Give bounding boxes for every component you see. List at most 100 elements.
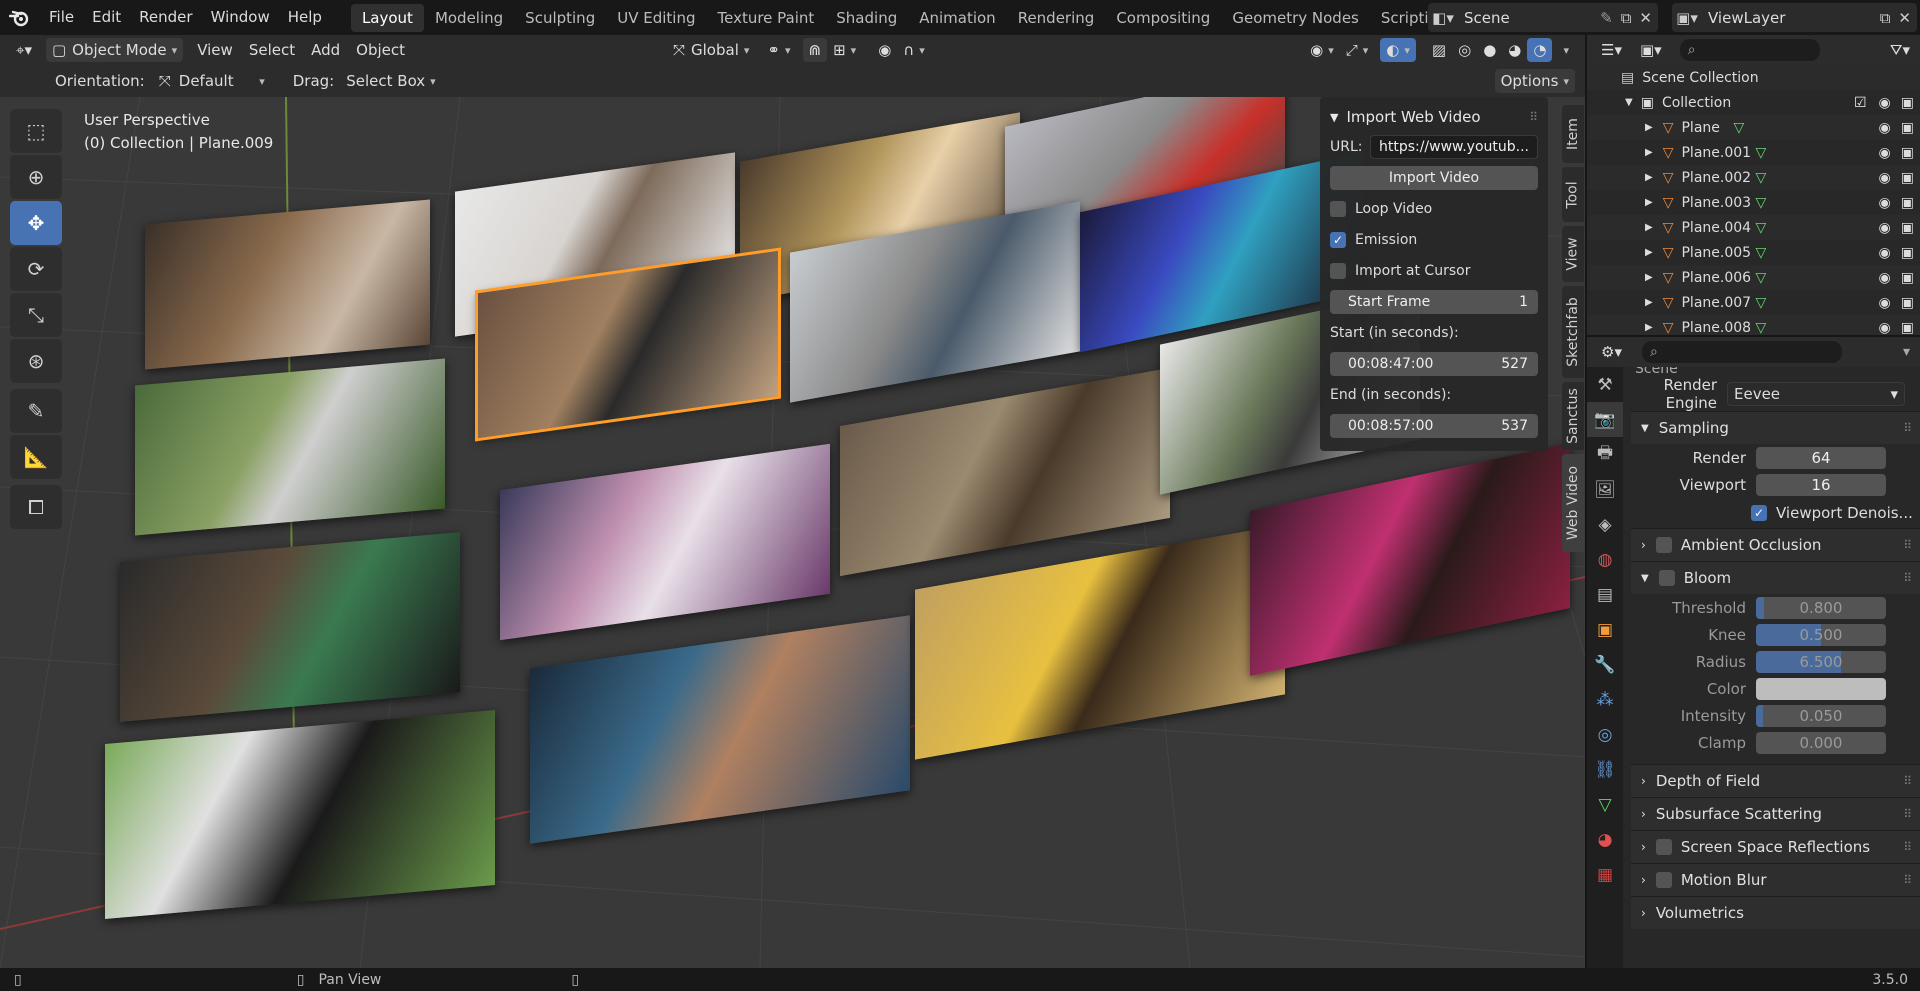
- rotate-tool[interactable]: ⟳: [10, 247, 62, 291]
- menu-file[interactable]: File: [40, 0, 83, 35]
- menu-view[interactable]: View: [191, 38, 239, 62]
- bloom-checkbox[interactable]: [1658, 570, 1675, 586]
- dof-panel[interactable]: › Depth of Field ⠿: [1631, 764, 1920, 797]
- visibility-eye-icon[interactable]: ◉: [1879, 295, 1891, 311]
- volumetrics-panel[interactable]: › Volumetrics: [1631, 896, 1920, 929]
- panel-header[interactable]: ▼ Import Web Video ⠿: [1330, 103, 1538, 131]
- visibility-dropdown[interactable]: ◉: [1304, 38, 1340, 62]
- collection-tab-icon[interactable]: ▤: [1587, 577, 1623, 612]
- new-scene-icon[interactable]: ⧉: [1621, 9, 1632, 27]
- object-tab-icon[interactable]: ▣: [1587, 612, 1623, 647]
- drag-handle-icon[interactable]: ⠿: [1903, 571, 1912, 585]
- ao-checkbox[interactable]: [1655, 537, 1672, 553]
- expand-icon[interactable]: ▼: [1625, 97, 1633, 108]
- intensity-slider[interactable]: 0.050: [1756, 704, 1886, 727]
- transform-orientation-dropdown[interactable]: ⤧ Global: [667, 38, 755, 62]
- emission-checkbox-box[interactable]: ✓: [1330, 231, 1346, 248]
- cursor-tool[interactable]: ⊕: [10, 155, 62, 199]
- scene-tab-icon[interactable]: ◈: [1587, 507, 1623, 542]
- remove-scene-icon[interactable]: ✕: [1639, 9, 1652, 27]
- visibility-eye-icon[interactable]: ◉: [1879, 120, 1891, 136]
- outliner-object-row[interactable]: ▶ ▽ Plane.002 ▽ ◉ ▣: [1587, 165, 1920, 190]
- ssr-checkbox[interactable]: [1655, 839, 1672, 855]
- measure-tool[interactable]: 📐: [10, 435, 62, 479]
- texture-tab-icon[interactable]: ▦: [1587, 857, 1623, 892]
- material-tab-icon[interactable]: ◕: [1587, 822, 1623, 857]
- collection-row[interactable]: ▼ ▣ Collection ☑ ◉ ▣: [1587, 90, 1920, 115]
- end-time-field[interactable]: 00:08:57:00 537: [1330, 413, 1538, 438]
- menu-object[interactable]: Object: [350, 38, 411, 62]
- render-camera-icon[interactable]: ▣: [1901, 220, 1914, 236]
- drag-handle-icon[interactable]: ⠿: [1903, 538, 1912, 552]
- knee-slider[interactable]: 0.500: [1756, 623, 1886, 646]
- video-plane[interactable]: [145, 199, 430, 370]
- render-samples-field[interactable]: 64: [1756, 446, 1886, 469]
- outliner-object-row[interactable]: ▶ ▽ Plane.003 ▽ ◉ ▣: [1587, 190, 1920, 215]
- outliner-object-row[interactable]: ▶ ▽ Plane.001 ▽ ◉ ▣: [1587, 140, 1920, 165]
- viewlayer-selector[interactable]: ▣▾ ViewLayer ⧉ ✕: [1672, 3, 1917, 32]
- render-tab-icon[interactable]: 📷: [1587, 402, 1623, 437]
- menu-add[interactable]: Add: [305, 38, 346, 62]
- transform-tool[interactable]: ⊛: [10, 339, 62, 383]
- pivot-dropdown[interactable]: ⚭: [761, 38, 796, 62]
- viewport-denoise-checkbox[interactable]: ✓ Viewport Denois...: [1631, 498, 1920, 528]
- filter-dropdown[interactable]: ⛛▾: [1884, 38, 1916, 62]
- outliner-object-row[interactable]: ▶ ▽ Plane.006 ▽ ◉ ▣: [1587, 265, 1920, 290]
- sampling-panel[interactable]: ▼ Sampling ⠿: [1631, 411, 1920, 444]
- drag-handle-icon[interactable]: ⠿: [1903, 774, 1912, 788]
- import-video-button[interactable]: Import Video: [1330, 165, 1538, 190]
- tab-animation[interactable]: Animation: [908, 4, 1006, 32]
- outliner-object-row[interactable]: ▶ ▽ Plane.004 ▽ ◉ ▣: [1587, 215, 1920, 240]
- proportional-toggle[interactable]: ◉: [872, 38, 897, 62]
- video-plane[interactable]: [135, 358, 445, 536]
- overlay-dropdown[interactable]: ◐: [1380, 38, 1416, 62]
- tab-rendering[interactable]: Rendering: [1007, 4, 1106, 32]
- tab-compositing[interactable]: Compositing: [1105, 4, 1221, 32]
- snap-toggle[interactable]: ⋒: [802, 38, 828, 62]
- outliner-object-row[interactable]: ▶ ▽ Plane.007 ▽ ◉ ▣: [1587, 290, 1920, 315]
- tab-item[interactable]: Item: [1562, 105, 1584, 163]
- tab-shading[interactable]: Shading: [825, 4, 908, 32]
- pin-icon[interactable]: ✎: [1600, 9, 1613, 27]
- move-tool[interactable]: ✥: [10, 201, 62, 245]
- xray-toggle[interactable]: ▨: [1426, 38, 1452, 62]
- render-engine-dropdown[interactable]: Eevee ▾: [1727, 382, 1905, 406]
- expand-icon[interactable]: ▶: [1645, 297, 1653, 308]
- cursor-checkbox-box[interactable]: [1330, 262, 1346, 279]
- visibility-eye-icon[interactable]: ◉: [1879, 245, 1891, 261]
- tab-uv-editing[interactable]: UV Editing: [606, 4, 706, 32]
- visibility-eye-icon[interactable]: ◉: [1879, 320, 1891, 336]
- start-frame-field[interactable]: Start Frame 1: [1330, 289, 1538, 314]
- visibility-eye-icon[interactable]: ◉: [1879, 270, 1891, 286]
- drag-handle-icon[interactable]: ⠿: [1903, 840, 1912, 854]
- expand-icon[interactable]: ▶: [1645, 272, 1653, 283]
- shading-options-dropdown[interactable]: [1552, 38, 1575, 62]
- menu-select[interactable]: Select: [243, 38, 301, 62]
- select-box-tool[interactable]: ⬚: [10, 109, 62, 153]
- video-plane[interactable]: [120, 532, 460, 722]
- outliner-search[interactable]: ⌕: [1679, 39, 1820, 61]
- denoise-checkbox-box[interactable]: ✓: [1751, 505, 1767, 521]
- tab-sculpting[interactable]: Sculpting: [514, 4, 606, 32]
- tab-sketchfab[interactable]: Sketchfab: [1562, 286, 1584, 378]
- 3d-viewport[interactable]: ⬚ ⊕ ✥ ⟳ ⤡ ⊛ ✎ 📐 ⧠ User Perspective (0) C…: [0, 97, 1585, 968]
- import-at-cursor-checkbox[interactable]: Import at Cursor: [1330, 255, 1538, 286]
- menu-edit[interactable]: Edit: [83, 0, 130, 35]
- render-camera-icon[interactable]: ▣: [1901, 270, 1914, 286]
- constraints-tab-icon[interactable]: ⛓: [1587, 752, 1623, 787]
- render-camera-icon[interactable]: ▣: [1901, 245, 1914, 261]
- drag-handle-icon[interactable]: ⠿: [1903, 873, 1912, 887]
- properties-editor-type[interactable]: ⚙▾: [1595, 340, 1628, 364]
- expand-icon[interactable]: ▶: [1645, 197, 1653, 208]
- visibility-eye-icon[interactable]: ◉: [1879, 195, 1891, 211]
- emission-checkbox[interactable]: ✓ Emission: [1330, 224, 1538, 255]
- tab-modeling[interactable]: Modeling: [424, 4, 514, 32]
- expand-icon[interactable]: ▶: [1645, 122, 1653, 133]
- radius-slider[interactable]: 6.500: [1756, 650, 1886, 673]
- motion-blur-panel[interactable]: › Motion Blur ⠿: [1631, 863, 1920, 896]
- drag-dropdown[interactable]: Select Box: [340, 69, 441, 93]
- render-camera-icon[interactable]: ▣: [1901, 170, 1914, 186]
- render-camera-icon[interactable]: ▣: [1901, 195, 1914, 211]
- scene-collection-row[interactable]: ▤ Scene Collection: [1587, 65, 1920, 90]
- gizmo-dropdown[interactable]: ⤢: [1340, 38, 1375, 62]
